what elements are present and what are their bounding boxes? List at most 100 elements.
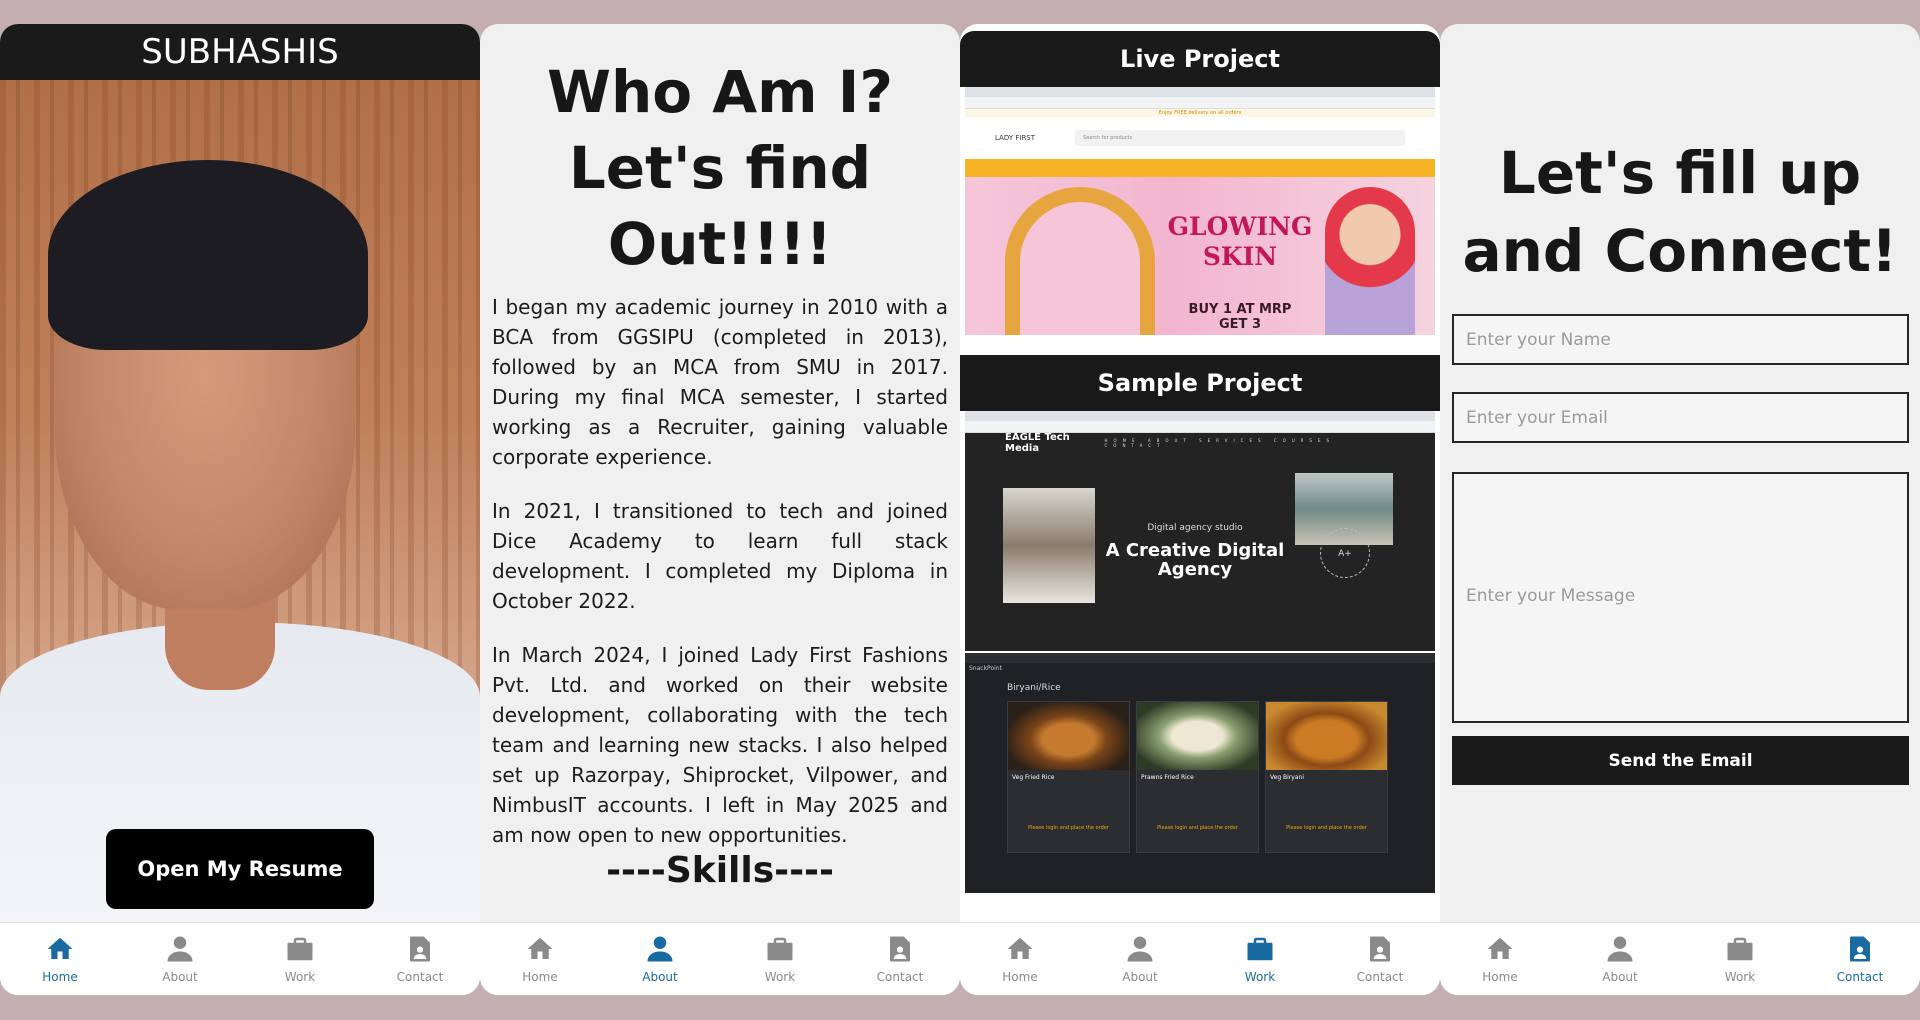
nav-work-label: Work <box>1724 970 1756 984</box>
message-field[interactable] <box>1452 472 1909 723</box>
lf-notice: Enjoy FREE delivery on all orders <box>965 109 1435 117</box>
food-card: Prawns Fried Rice Please login and place… <box>1136 701 1259 853</box>
briefcase-icon <box>1247 937 1273 961</box>
person-icon <box>1127 936 1153 962</box>
nav-contact-label: Contact <box>876 970 924 984</box>
briefcase-icon <box>287 937 313 961</box>
profile-photo <box>0 80 480 922</box>
lf-banner-title: GLOWING SKIN <box>1167 212 1313 271</box>
contact-title-line-2: and Connect! <box>1462 217 1898 285</box>
nav-home[interactable]: Home <box>960 923 1080 995</box>
nav-work[interactable]: Work <box>240 923 360 995</box>
bottom-nav: Home About Work Contact <box>480 922 960 995</box>
work-content: Live Project Enjoy FREE delivery on all … <box>960 24 1440 922</box>
bio-paragraph: I began my academic journey in 2010 with… <box>492 295 948 469</box>
lf-logo: LADY FIRST <box>995 134 1036 142</box>
nav-about-label: About <box>642 970 678 984</box>
briefcase-icon <box>1727 937 1753 961</box>
home-icon <box>1487 937 1513 959</box>
about-title: Who Am I? Let's find Out!!!! <box>500 54 940 282</box>
bio-paragraph: In March 2024, I joined Lady First Fashi… <box>492 643 948 847</box>
nav-contact[interactable]: Contact <box>840 923 960 995</box>
skills-heading: ----Skills---- <box>606 850 834 891</box>
home-icon <box>1007 937 1033 959</box>
name-field[interactable] <box>1452 314 1909 365</box>
lf-banner-offer: BUY 1 AT MRP GET 3 <box>1188 302 1292 332</box>
contact-card-icon <box>1370 936 1390 962</box>
contact-title-line-1: Let's fill up <box>1498 139 1862 207</box>
eg-headline: A Creative Digital Agency <box>1105 540 1285 580</box>
profile-name-header: SUBHASHIS <box>0 24 480 80</box>
person-icon <box>647 936 673 962</box>
contact-card-icon <box>1850 936 1870 962</box>
bottom-nav: Home About Work Contact <box>1440 922 1920 995</box>
contact-title: Let's fill up and Connect! <box>1440 134 1920 290</box>
about-title-line-1: Who Am I? <box>546 58 894 126</box>
nav-contact-label: Contact <box>1356 970 1404 984</box>
home-panel: SUBHASHIS Open My Resume Home About Work… <box>0 24 480 995</box>
nav-home[interactable]: Home <box>1440 923 1560 995</box>
eg-logo: EAGLE Tech Media <box>1005 432 1070 454</box>
live-project-screenshot[interactable]: Enjoy FREE delivery on all orders LADY F… <box>965 87 1435 335</box>
contact-content: Let's fill up and Connect! Send the Emai… <box>1440 24 1920 922</box>
bio-paragraph: In 2021, I transitioned to tech and join… <box>492 499 948 613</box>
nav-work-label: Work <box>1244 970 1276 984</box>
contact-panel: Let's fill up and Connect! Send the Emai… <box>1440 24 1920 995</box>
sn-section-title: Biryani/Rice <box>1007 683 1061 693</box>
nav-work[interactable]: Work <box>1680 923 1800 995</box>
nav-about[interactable]: About <box>600 923 720 995</box>
nav-work[interactable]: Work <box>720 923 840 995</box>
food-card: Veg Biryani Please login and place the o… <box>1265 701 1388 853</box>
eg-subtitle: Digital agency studio <box>1147 523 1243 533</box>
about-bio: I began my academic journey in 2010 with… <box>492 292 948 874</box>
work-panel: Live Project Enjoy FREE delivery on all … <box>960 24 1440 995</box>
email-field[interactable] <box>1452 392 1909 443</box>
lf-search: Search for products <box>1075 130 1405 146</box>
nav-home-label: Home <box>1002 970 1038 984</box>
nav-about-label: About <box>162 970 198 984</box>
live-project-label: Live Project <box>960 31 1440 87</box>
nav-contact-label: Contact <box>396 970 444 984</box>
home-icon <box>527 937 553 959</box>
eg-badge: A+ <box>1320 528 1370 578</box>
home-icon <box>47 937 73 959</box>
food-card: Veg Fried Rice Please login and place th… <box>1007 701 1130 853</box>
eg-links: HOME ABOUT SERVICES COURSES CONTACT <box>1104 438 1336 448</box>
nav-home[interactable]: Home <box>480 923 600 995</box>
nav-contact[interactable]: Contact <box>1800 923 1920 995</box>
nav-contact[interactable]: Contact <box>1320 923 1440 995</box>
nav-contact-label: Contact <box>1836 970 1884 984</box>
home-content: SUBHASHIS Open My Resume <box>0 24 480 922</box>
bottom-nav: Home About Work Contact <box>960 922 1440 995</box>
sample-project-screenshot-1[interactable]: EAGLE Tech Media HOME ABOUT SERVICES COU… <box>965 411 1435 651</box>
about-title-line-3: Out!!!! <box>607 210 833 278</box>
about-panel: Who Am I? Let's find Out!!!! I began my … <box>480 24 960 995</box>
nav-work-label: Work <box>764 970 796 984</box>
person-icon <box>1607 936 1633 962</box>
briefcase-icon <box>767 937 793 961</box>
sample-project-screenshot-2[interactable]: SnackPoint Biryani/Rice Veg Fried Rice P… <box>965 653 1435 893</box>
nav-about-label: About <box>1122 970 1158 984</box>
sample-project-label: Sample Project <box>960 355 1440 411</box>
nav-about[interactable]: About <box>1560 923 1680 995</box>
nav-work[interactable]: Work <box>1200 923 1320 995</box>
contact-card-icon <box>890 936 910 962</box>
nav-home-label: Home <box>42 970 78 984</box>
lf-banner: GLOWING SKIN BUY 1 AT MRP GET 3 <box>965 177 1435 335</box>
contact-card-icon <box>410 936 430 962</box>
nav-contact[interactable]: Contact <box>360 923 480 995</box>
open-resume-button[interactable]: Open My Resume <box>106 829 374 909</box>
about-title-line-2: Let's find <box>568 134 872 202</box>
sn-brand: SnackPoint <box>969 665 1002 672</box>
nav-home-label: Home <box>522 970 558 984</box>
nav-about-label: About <box>1602 970 1638 984</box>
nav-home[interactable]: Home <box>0 923 120 995</box>
nav-about[interactable]: About <box>1080 923 1200 995</box>
nav-home-label: Home <box>1482 970 1518 984</box>
person-icon <box>167 936 193 962</box>
nav-work-label: Work <box>284 970 316 984</box>
send-email-button[interactable]: Send the Email <box>1452 736 1909 785</box>
bottom-nav: Home About Work Contact <box>0 922 480 995</box>
about-content: Who Am I? Let's find Out!!!! I began my … <box>480 24 960 922</box>
nav-about[interactable]: About <box>120 923 240 995</box>
